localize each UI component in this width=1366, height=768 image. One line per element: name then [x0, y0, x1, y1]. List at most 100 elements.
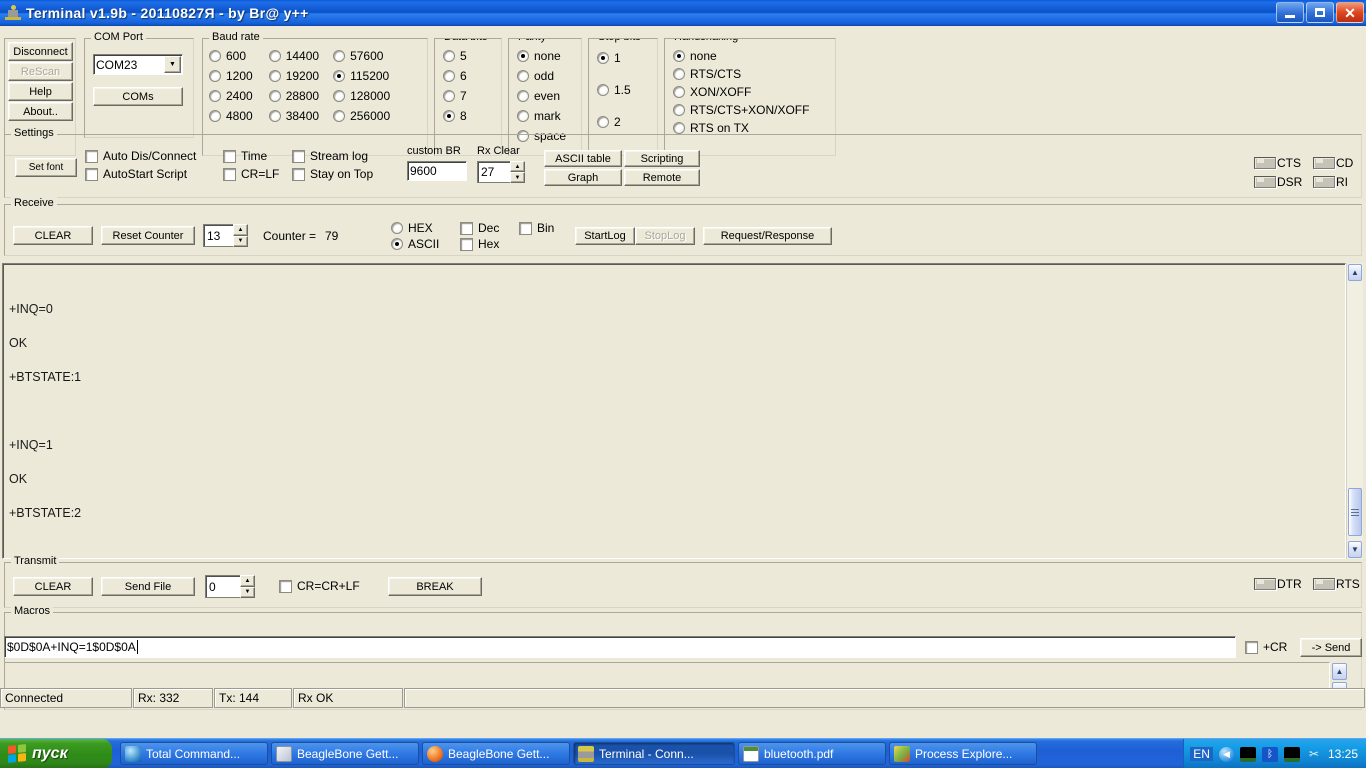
ascii-table-button[interactable]: ASCII table [544, 150, 622, 167]
checkbox-icon[interactable] [292, 149, 305, 163]
taskbar-item-total-commander[interactable]: Total Command... [120, 742, 268, 765]
start-button[interactable]: пуск [0, 738, 112, 768]
maximize-button[interactable] [1306, 2, 1334, 23]
radio-icon[interactable] [209, 50, 221, 62]
radio-icon[interactable] [673, 68, 685, 80]
radio-icon[interactable] [443, 50, 455, 62]
receive-clear-button[interactable]: CLEAR [13, 226, 93, 245]
radio-icon[interactable] [673, 50, 685, 62]
radio-icon[interactable] [673, 122, 685, 134]
parity-option[interactable]: mark [517, 109, 566, 123]
coms-button[interactable]: COMs [93, 87, 183, 106]
disconnect-button[interactable]: Disconnect [8, 42, 73, 61]
checkbox-icon[interactable] [519, 221, 532, 235]
bluetooth-icon[interactable]: ᛒ [1261, 746, 1278, 762]
baud-option[interactable]: 2400 [209, 89, 253, 103]
handshaking-option[interactable]: RTS on TX [673, 121, 809, 135]
radio-icon[interactable] [333, 50, 346, 62]
plus-cr-checkbox[interactable]: +CR [1245, 640, 1287, 654]
handshaking-option[interactable]: RTS/CTS [673, 67, 809, 81]
break-button[interactable]: BREAK [388, 577, 482, 596]
minimize-button[interactable] [1276, 2, 1304, 23]
spinner-down-icon[interactable]: ▼ [233, 235, 248, 247]
handshaking-option-selected[interactable]: none [673, 49, 809, 63]
receive-textarea[interactable]: +INQ=0 OK +BTSTATE:1 +INQ=1 OK +BTSTATE:… [2, 263, 1346, 559]
receive-stepper[interactable]: 13 ▲ ▼ [203, 224, 248, 247]
spinner-up-icon[interactable]: ▲ [233, 224, 248, 236]
radio-icon[interactable] [333, 90, 346, 102]
radio-icon[interactable] [268, 50, 281, 62]
checkbox-icon[interactable] [223, 167, 236, 181]
radio-icon[interactable] [517, 110, 529, 122]
data-bits-option[interactable]: 5 [443, 49, 467, 63]
help-button[interactable]: Help [8, 82, 73, 101]
radio-icon[interactable] [597, 84, 609, 96]
checkbox-icon[interactable] [85, 149, 98, 163]
receive-spin-value[interactable]: 13 [203, 224, 233, 247]
baud-option[interactable]: 256000 [333, 109, 390, 123]
parity-option[interactable]: even [517, 89, 566, 103]
scripting-button[interactable]: Scripting [624, 150, 700, 167]
stop-bits-option[interactable]: 1.5 [597, 83, 631, 97]
clock[interactable]: 13:25 [1328, 747, 1358, 761]
remote-button[interactable]: Remote [624, 169, 700, 186]
dec-checkbox[interactable]: Dec [460, 221, 499, 235]
radio-icon[interactable] [268, 70, 281, 82]
radio-icon[interactable] [391, 238, 403, 250]
graph-button[interactable]: Graph [544, 169, 622, 186]
reset-counter-button[interactable]: Reset Counter [101, 226, 195, 245]
scroll-up-icon[interactable]: ▲ [1348, 264, 1362, 281]
radio-icon[interactable] [333, 110, 346, 122]
scroll-track[interactable] [1347, 282, 1363, 540]
radio-icon[interactable] [391, 222, 403, 234]
language-indicator[interactable]: EN [1190, 747, 1213, 761]
parity-option[interactable]: odd [517, 69, 566, 83]
scroll-thumb[interactable] [1348, 488, 1362, 536]
handshaking-option[interactable]: RTS/CTS+XON/XOFF [673, 103, 809, 117]
data-bits-option-selected[interactable]: 8 [443, 109, 467, 123]
radio-icon[interactable] [443, 110, 455, 122]
rx-clear-stepper[interactable]: 27 ▲ ▼ [477, 161, 525, 183]
baud-option[interactable]: 600 [209, 49, 253, 63]
macro-input[interactable]: $0D$0A+INQ=1$0D$0A [4, 636, 1236, 658]
auto-disconnect-checkbox[interactable]: Auto Dis/Connect [85, 149, 196, 163]
taskbar-item-process-explorer[interactable]: Process Explore... [889, 742, 1037, 765]
baud-option[interactable]: 14400 [268, 49, 319, 63]
scissors-icon[interactable]: ✂ [1306, 747, 1322, 762]
set-font-button[interactable]: Set font [15, 158, 77, 177]
chevron-down-icon[interactable]: ▼ [164, 56, 181, 73]
baud-option[interactable]: 28800 [268, 89, 319, 103]
data-bits-option[interactable]: 6 [443, 69, 467, 83]
com-port-select[interactable]: COM23 ▼ [93, 54, 183, 75]
scroll-up-icon[interactable]: ▲ [1332, 663, 1347, 680]
radio-icon[interactable] [443, 90, 455, 102]
spinner-down-icon[interactable]: ▼ [240, 586, 255, 598]
send-button[interactable]: -> Send [1300, 638, 1362, 657]
baud-option[interactable]: 57600 [333, 49, 390, 63]
radio-icon[interactable] [673, 104, 685, 116]
checkbox-icon[interactable] [279, 579, 292, 593]
radio-icon[interactable] [268, 110, 281, 122]
radio-icon[interactable] [517, 50, 529, 62]
crlf-checkbox[interactable]: CR=LF [223, 167, 279, 181]
checkbox-icon[interactable] [1245, 640, 1258, 654]
taskbar-item-beaglebone-firefox[interactable]: BeagleBone Gett... [422, 742, 570, 765]
radio-icon[interactable] [209, 110, 221, 122]
baud-option[interactable]: 1200 [209, 69, 253, 83]
parity-option-selected[interactable]: none [517, 49, 566, 63]
taskbar-item-terminal[interactable]: Terminal - Conn... [573, 742, 735, 765]
scroll-down-icon[interactable]: ▼ [1348, 541, 1362, 558]
stop-bits-option-selected[interactable]: 1 [597, 51, 631, 65]
spinner-up-icon[interactable]: ▲ [510, 161, 525, 172]
chevron-left-icon[interactable]: ◀ [1218, 746, 1234, 762]
custom-br-input[interactable]: 9600 [407, 161, 467, 181]
radio-icon[interactable] [517, 70, 529, 82]
checkbox-icon[interactable] [292, 167, 305, 181]
spinner-down-icon[interactable]: ▼ [510, 172, 525, 183]
baud-option[interactable]: 128000 [333, 89, 390, 103]
close-button[interactable]: ✕ [1336, 2, 1364, 23]
checkbox-icon[interactable] [460, 221, 473, 235]
radio-icon[interactable] [268, 90, 281, 102]
radio-icon[interactable] [209, 90, 221, 102]
radio-icon[interactable] [209, 70, 221, 82]
